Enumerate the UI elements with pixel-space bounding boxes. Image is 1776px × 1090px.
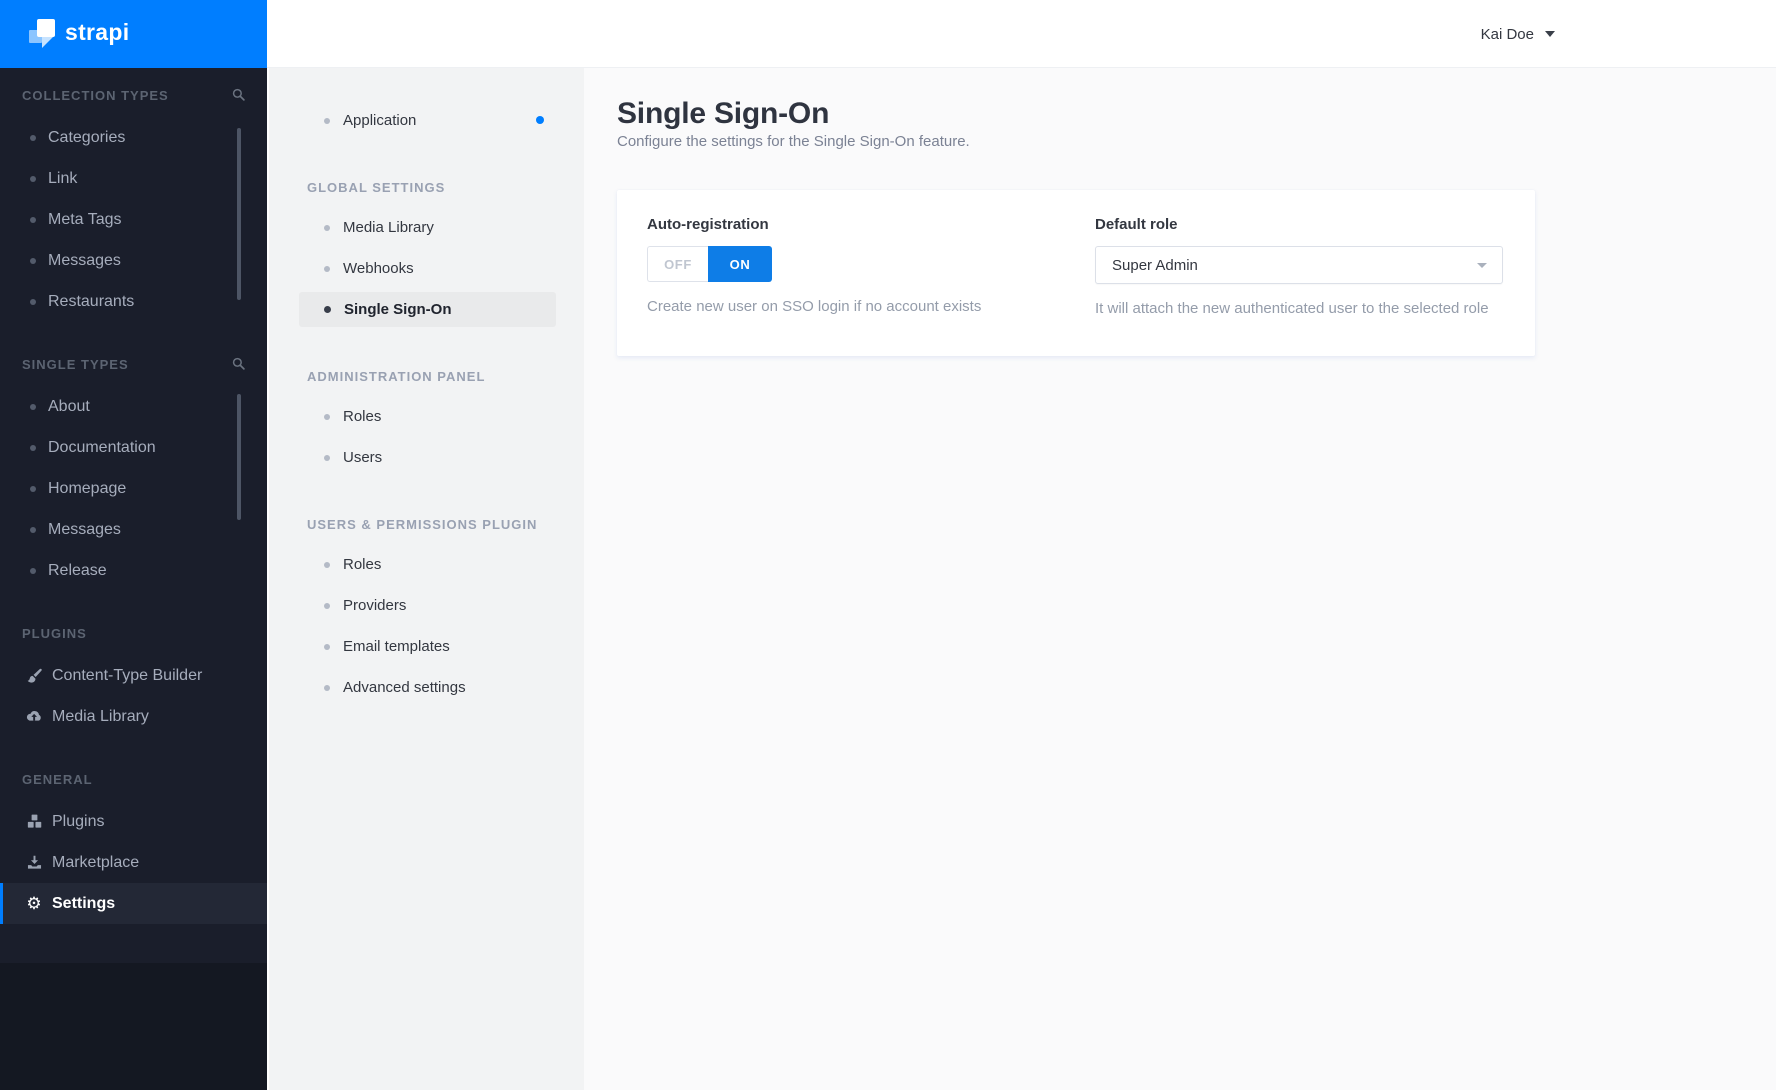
bullet-icon xyxy=(324,117,330,124)
bullet-icon xyxy=(30,298,36,305)
sidebar-item-meta-tags[interactable]: Meta Tags xyxy=(0,199,267,240)
auto-registration-label: Auto-registration xyxy=(647,216,769,233)
subnav-item-admin-roles[interactable]: Roles xyxy=(269,396,584,437)
main-sidebar: COLLECTION TYPES Categories Link Meta Ta… xyxy=(0,0,267,1090)
bullet-icon xyxy=(30,526,36,533)
sidebar-menu: COLLECTION TYPES Categories Link Meta Ta… xyxy=(0,68,267,924)
sidebar-item-messages-single[interactable]: Messages xyxy=(0,509,267,550)
sidebar-item-settings[interactable]: ⚙ Settings xyxy=(0,883,267,924)
subnav-item-media-library[interactable]: Media Library xyxy=(269,207,584,248)
sidebar-item-release[interactable]: Release xyxy=(0,550,267,591)
bullet-icon xyxy=(30,567,36,574)
page-title: Single Sign-On xyxy=(617,97,830,130)
collection-types-heading: COLLECTION TYPES xyxy=(22,88,169,103)
paint-brush-icon xyxy=(26,668,42,684)
search-icon[interactable] xyxy=(232,357,245,373)
subnav-section-global-settings: GLOBAL SETTINGS Media Library Webhooks S… xyxy=(269,181,584,330)
chevron-down-icon xyxy=(1477,263,1487,268)
bullet-icon xyxy=(324,602,330,609)
sso-settings-card: Auto-registration OFF ON Create new user… xyxy=(617,190,1535,356)
bullet-icon xyxy=(324,306,331,313)
bullet-icon xyxy=(30,175,36,182)
global-settings-heading: GLOBAL SETTINGS xyxy=(307,180,446,195)
administration-panel-heading: ADMINISTRATION PANEL xyxy=(307,369,486,384)
sidebar-item-categories[interactable]: Categories xyxy=(0,117,267,158)
strapi-logo-icon xyxy=(26,16,58,52)
user-menu[interactable]: Kai Doe xyxy=(1481,0,1555,68)
search-icon[interactable] xyxy=(232,88,245,104)
bullet-icon xyxy=(324,413,330,420)
general-heading: GENERAL xyxy=(22,772,93,787)
subnav-item-single-sign-on[interactable]: Single Sign-On xyxy=(269,289,584,330)
bullet-icon xyxy=(30,403,36,410)
bullet-icon xyxy=(30,444,36,451)
subnav-item-webhooks[interactable]: Webhooks xyxy=(269,248,584,289)
settings-subnav: Application GLOBAL SETTINGS Media Librar… xyxy=(267,68,584,1090)
page-subtitle: Configure the settings for the Single Si… xyxy=(617,133,970,150)
sidebar-footer xyxy=(0,963,267,1090)
bullet-icon xyxy=(324,684,330,691)
section-plugins: PLUGINS Content-Type Builder Media Libra… xyxy=(0,591,267,737)
subnav-item-admin-users[interactable]: Users xyxy=(269,437,584,478)
subnav-item-advanced-settings[interactable]: Advanced settings xyxy=(269,667,584,708)
toggle-on-button[interactable]: ON xyxy=(708,246,772,282)
bullet-icon xyxy=(324,643,330,650)
chevron-down-icon xyxy=(1545,31,1555,37)
cloud-upload-icon xyxy=(26,709,42,725)
bullet-icon xyxy=(30,485,36,492)
sidebar-item-content-type-builder[interactable]: Content-Type Builder xyxy=(0,655,267,696)
sidebar-item-link[interactable]: Link xyxy=(0,158,267,199)
default-role-select[interactable]: Super Admin xyxy=(1095,246,1503,284)
sidebar-item-messages[interactable]: Messages xyxy=(0,240,267,281)
notification-dot xyxy=(536,116,544,124)
single-types-scrollbar[interactable] xyxy=(237,394,241,520)
default-role-label: Default role xyxy=(1095,216,1178,233)
gear-icon: ⚙ xyxy=(26,893,42,914)
bullet-icon xyxy=(30,257,36,264)
single-types-heading: SINGLE TYPES xyxy=(22,357,129,372)
subnav-item-email-templates[interactable]: Email templates xyxy=(269,626,584,667)
default-role-value: Super Admin xyxy=(1112,256,1198,274)
section-general: GENERAL Plugins Marketplace ⚙ Settings xyxy=(0,737,267,924)
user-name: Kai Doe xyxy=(1480,25,1534,43)
cubes-icon xyxy=(26,814,42,830)
top-bar: Kai Doe xyxy=(267,0,1776,68)
download-icon xyxy=(26,855,42,871)
subnav-item-providers[interactable]: Providers xyxy=(269,585,584,626)
sidebar-item-media-library[interactable]: Media Library xyxy=(0,696,267,737)
sidebar-item-restaurants[interactable]: Restaurants xyxy=(0,281,267,322)
bullet-icon xyxy=(30,134,36,141)
subnav-section-users-permissions: USERS & PERMISSIONS PLUGIN Roles Provide… xyxy=(269,518,584,708)
main-content: Single Sign-On Configure the settings fo… xyxy=(584,68,1776,1090)
bullet-icon xyxy=(324,454,330,461)
toggle-off-button[interactable]: OFF xyxy=(647,246,708,282)
default-role-hint: It will attach the new authenticated use… xyxy=(1095,300,1489,317)
bullet-icon xyxy=(324,265,330,272)
brand-name: strapi xyxy=(65,19,130,45)
auto-registration-field: Auto-registration OFF ON Create new user… xyxy=(647,216,1075,356)
subnav-item-up-roles[interactable]: Roles xyxy=(269,544,584,585)
collection-types-scrollbar[interactable] xyxy=(237,128,241,300)
sidebar-item-plugins[interactable]: Plugins xyxy=(0,801,267,842)
plugins-heading: PLUGINS xyxy=(22,626,87,641)
bullet-icon xyxy=(324,224,330,231)
subnav-section-administration-panel: ADMINISTRATION PANEL Roles Users xyxy=(269,370,584,478)
default-role-field: Default role Super Admin It will attach … xyxy=(1075,216,1521,356)
section-single-types: SINGLE TYPES About Documentation Homepag… xyxy=(0,322,267,591)
bullet-icon xyxy=(30,216,36,223)
users-permissions-heading: USERS & PERMISSIONS PLUGIN xyxy=(307,517,538,532)
section-collection-types: COLLECTION TYPES Categories Link Meta Ta… xyxy=(0,68,267,322)
auto-registration-toggle: OFF ON xyxy=(647,246,772,282)
sidebar-item-about[interactable]: About xyxy=(0,386,267,427)
auto-registration-hint: Create new user on SSO login if no accou… xyxy=(647,298,982,315)
subnav-item-application[interactable]: Application xyxy=(269,100,584,141)
bullet-icon xyxy=(324,561,330,568)
sidebar-item-homepage[interactable]: Homepage xyxy=(0,468,267,509)
strapi-logo[interactable]: strapi xyxy=(0,0,267,68)
sidebar-item-marketplace[interactable]: Marketplace xyxy=(0,842,267,883)
sidebar-item-documentation[interactable]: Documentation xyxy=(0,427,267,468)
